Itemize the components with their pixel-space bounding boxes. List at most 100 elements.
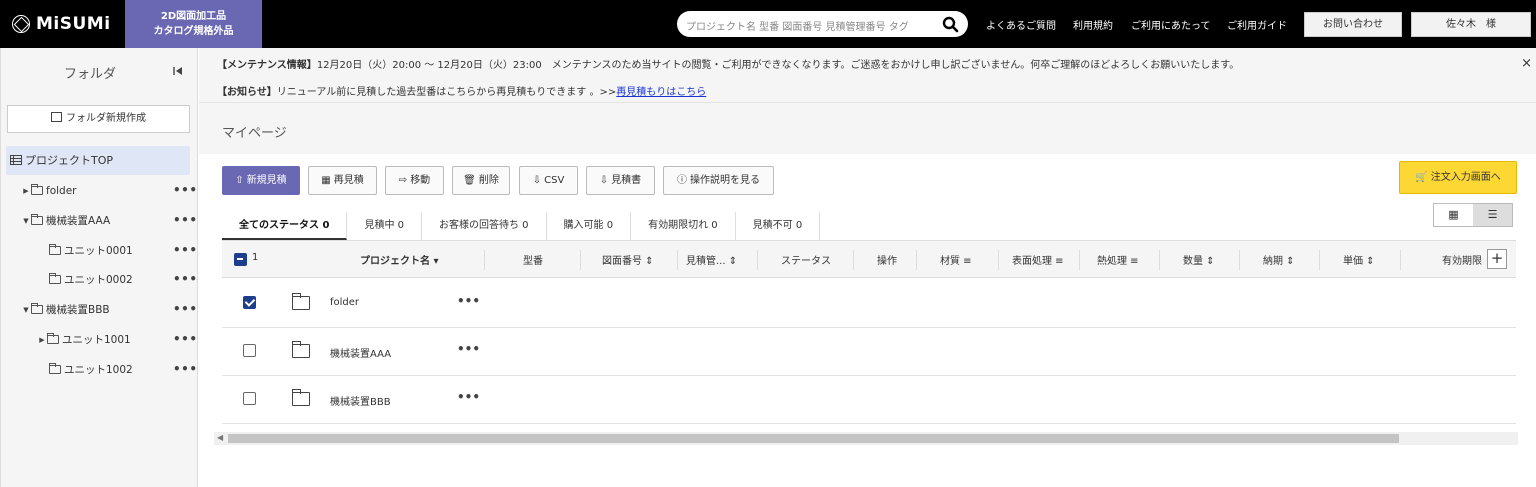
col-surface-treatment[interactable]: 表面処理 ≡: [1012, 252, 1064, 267]
misumi-logo[interactable]: MiSUMi: [12, 14, 111, 34]
table-row[interactable]: 機械装置BBB •••: [222, 376, 1516, 424]
row-more-icon[interactable]: •••: [457, 294, 480, 308]
tree-item-folder[interactable]: ▶ folder: [21, 181, 76, 201]
requote-button[interactable]: ▦ 再見積: [308, 166, 377, 195]
csv-button[interactable]: ⇩ CSV: [519, 166, 578, 195]
view-toggle: ▦ ☰: [1433, 203, 1513, 227]
col-expiry[interactable]: 有効期限: [1442, 252, 1482, 267]
col-divider: [1159, 250, 1160, 270]
tree-more-icon[interactable]: •••: [173, 302, 198, 316]
tree-more-icon[interactable]: •••: [173, 213, 198, 227]
col-heat-treatment[interactable]: 熱処理 ≡: [1097, 252, 1139, 267]
nav-guide[interactable]: ご利用ガイド: [1227, 17, 1287, 32]
col-quantity[interactable]: 数量 ⇕: [1183, 252, 1215, 267]
table-row[interactable]: folder •••: [222, 280, 1516, 328]
col-project-name[interactable]: プロジェクト名 ▾: [360, 252, 439, 267]
row-name[interactable]: 機械装置AAA: [330, 345, 391, 360]
caret-right-icon[interactable]: ▶: [37, 330, 47, 350]
contact-button[interactable]: お問い合わせ: [1304, 12, 1402, 37]
folder-icon: [49, 363, 61, 374]
col-divider: [757, 250, 758, 270]
nav-usage[interactable]: ご利用にあたって: [1131, 17, 1211, 32]
col-quote-management[interactable]: 見積管... ⇕: [686, 252, 737, 267]
tree-item-unit-1002[interactable]: ユニット1002: [49, 360, 133, 380]
folder-icon: [49, 273, 61, 284]
nav-terms[interactable]: 利用規約: [1073, 17, 1113, 32]
folder-icon: [292, 389, 310, 406]
tab-awaiting-answer[interactable]: お客様の回答待ち 0: [422, 212, 547, 240]
row-name[interactable]: folder: [330, 297, 359, 308]
grid-view-icon[interactable]: ▦: [1434, 204, 1473, 226]
col-divider: [998, 250, 999, 270]
quote-document-button[interactable]: ⇩ 見積書: [586, 166, 655, 195]
quote-document-label: 見積書: [611, 175, 642, 186]
tab-purchasable[interactable]: 購入可能 0: [547, 212, 632, 240]
folder-icon: [49, 244, 61, 255]
close-icon[interactable]: ×: [1521, 56, 1532, 71]
sidebar-item-project-top[interactable]: プロジェクトTOP: [6, 146, 190, 175]
help-label: 操作説明を見る: [690, 175, 760, 186]
row-more-icon[interactable]: •••: [457, 390, 480, 404]
tree-item-label: folder: [46, 185, 77, 197]
order-entry-button[interactable]: 🛒 注文入力画面へ: [1399, 161, 1517, 194]
search-icon[interactable]: [942, 16, 959, 33]
select-all-checkbox[interactable]: [234, 253, 247, 266]
table-row[interactable]: 機械装置AAA •••: [222, 328, 1516, 376]
caret-down-icon[interactable]: ▼: [21, 300, 31, 320]
csv-label: CSV: [544, 175, 565, 186]
tab-expired[interactable]: 有効期限切れ 0: [631, 212, 736, 240]
scroll-left-icon[interactable]: ◀: [217, 433, 223, 442]
table-header: 1 プロジェクト名 ▾ 型番 図面番号 ⇕ 見積管... ⇕ ステータス 操作 …: [222, 240, 1516, 278]
move-button[interactable]: ⇨ 移動: [385, 166, 444, 195]
tree-more-icon[interactable]: •••: [173, 272, 198, 286]
row-checkbox[interactable]: [243, 392, 256, 405]
tab-all-status[interactable]: 全てのステータス 0: [222, 212, 348, 240]
tree-more-icon[interactable]: •••: [173, 332, 198, 346]
tree-item-label: 機械装置BBB: [46, 304, 110, 316]
row-more-icon[interactable]: •••: [457, 342, 480, 356]
row-checkbox[interactable]: [243, 296, 256, 309]
caret-right-icon[interactable]: ▶: [21, 181, 31, 201]
tab-unquotable[interactable]: 見積不可 0: [736, 212, 821, 240]
caret-down-icon[interactable]: ▼: [21, 211, 31, 231]
promo-banner[interactable]: 2D図面加工品 カタログ規格外品: [125, 0, 262, 48]
project-top-label: プロジェクトTOP: [25, 154, 114, 167]
tree-more-icon[interactable]: •••: [173, 183, 198, 197]
col-unit-price[interactable]: 単価 ⇕: [1343, 252, 1375, 267]
tree-more-icon[interactable]: •••: [173, 362, 198, 376]
help-button[interactable]: ⓘ 操作説明を見る: [663, 166, 774, 195]
horizontal-scrollbar[interactable]: ◀: [214, 432, 1518, 445]
nav-faq[interactable]: よくあるご質問: [986, 17, 1056, 32]
cart-icon: 🛒: [1415, 172, 1428, 183]
col-drawing-number[interactable]: 図面番号 ⇕: [602, 252, 654, 267]
list-view-icon[interactable]: ☰: [1473, 204, 1512, 226]
folder-icon: [31, 184, 43, 195]
requote-link[interactable]: 再見積もりはこちら: [616, 87, 706, 98]
order-entry-label: 注文入力画面へ: [1430, 172, 1501, 183]
search-input[interactable]: プロジェクト名 型番 図面番号 見積管理番号 タグ: [677, 11, 968, 37]
folder-sidebar: フォルダ フォルダ新規作成 プロジェクトTOP ▶ folder ••• ▼ 機械装…: [0, 48, 198, 487]
tree-item-unit-0001[interactable]: ユニット0001: [49, 241, 133, 261]
tree-more-icon[interactable]: •••: [173, 243, 198, 257]
col-status[interactable]: ステータス: [781, 252, 831, 267]
scrollbar-thumb[interactable]: [228, 434, 1399, 443]
user-menu-button[interactable]: 佐々木 様: [1411, 12, 1531, 37]
tree-item-unit-1001[interactable]: ▶ ユニット1001: [37, 330, 131, 350]
row-name[interactable]: 機械装置BBB: [330, 393, 391, 408]
tree-item-unit-0002[interactable]: ユニット0002: [49, 270, 133, 290]
col-material[interactable]: 材質 ≡: [940, 252, 972, 267]
tree-item-machine-bbb[interactable]: ▼ 機械装置BBB: [21, 300, 110, 320]
collapse-sidebar-icon[interactable]: [173, 66, 183, 76]
add-column-button[interactable]: +: [1487, 249, 1507, 269]
tree-item-machine-aaa[interactable]: ▼ 機械装置AAA: [21, 211, 110, 231]
col-part-number[interactable]: 型番: [523, 252, 543, 267]
col-operation[interactable]: 操作: [877, 252, 897, 267]
row-checkbox[interactable]: [243, 344, 256, 357]
tree-item-label: ユニット1002: [64, 364, 133, 376]
col-delivery[interactable]: 納期 ⇕: [1263, 252, 1295, 267]
tree-item-label: ユニット1001: [62, 334, 131, 346]
delete-button[interactable]: 🗑 削除: [452, 166, 510, 195]
tab-quoting[interactable]: 見積中 0: [347, 212, 422, 240]
new-folder-button[interactable]: フォルダ新規作成: [7, 105, 190, 133]
new-quote-button[interactable]: ⇧ 新規見積: [222, 166, 300, 195]
